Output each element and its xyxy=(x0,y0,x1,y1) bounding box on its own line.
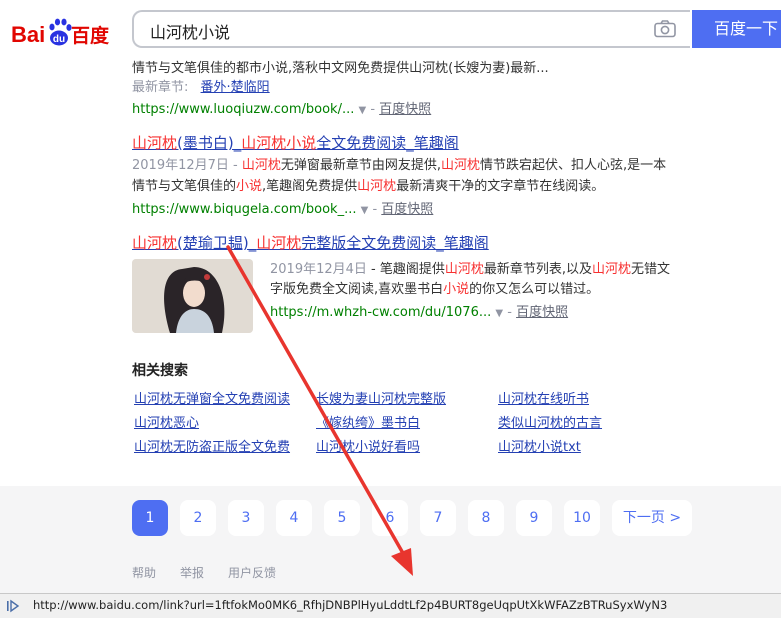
search-header: Bai du 百度 百度一下 xyxy=(0,0,781,62)
result1-title[interactable]: 山河枕(墨书白)_山河枕小说全文免费阅读_笔趣阁 xyxy=(132,132,459,153)
latest-chapter-label: 最新章节: xyxy=(132,80,189,95)
result1-url-line: https://www.biqugela.com/book_... ▼ - 百度… xyxy=(132,202,434,217)
related-search-link[interactable]: 山河枕小说txt xyxy=(498,436,581,455)
title-text: 全文免费阅读_笔趣阁 xyxy=(316,134,459,152)
result1-date: 2019年12月7日 xyxy=(132,158,229,173)
result0-kuaizhao-link[interactable]: 百度快照 xyxy=(379,102,431,117)
next-page-button[interactable]: 下一页 > xyxy=(612,500,692,536)
page-button[interactable]: 8 xyxy=(468,500,504,536)
baidu-logo[interactable]: Bai du 百度 xyxy=(11,13,115,49)
related-search-link[interactable]: 山河枕无弹窗全文免费阅读 xyxy=(134,388,290,407)
result2-url-line: https://m.whzh-cw.com/du/1076... ▼ - 百度快… xyxy=(270,305,569,320)
latest-chapter-link[interactable]: 番外·楚临阳 xyxy=(201,80,270,95)
search-box[interactable] xyxy=(132,10,690,48)
result2-thumbnail[interactable] xyxy=(132,259,253,333)
result2-date: 2019年12月4日 xyxy=(270,262,367,277)
footer-help-link[interactable]: 帮助 xyxy=(132,564,156,581)
dropdown-arrow-icon[interactable]: ▼ xyxy=(495,308,503,319)
result2-kuaizhao-link[interactable]: 百度快照 xyxy=(516,305,568,320)
result2-snippet-line2: 字版免费全文阅读,喜欢墨书白小说的你又怎么可以错过。 xyxy=(270,282,600,297)
related-search-link[interactable]: 山河枕小说好看吗 xyxy=(316,436,420,455)
result2-title[interactable]: 山河枕(楚瑜卫韫)_山河枕完整版全文免费阅读_笔趣阁 xyxy=(132,232,489,253)
result1-snippet-line2: 情节与文笔俱佳的小说,笔趣阁免费提供山河枕最新清爽干净的文字章节在线阅读。 xyxy=(132,179,605,194)
page-button[interactable]: 10 xyxy=(564,500,600,536)
result1-kuaizhao-link[interactable]: 百度快照 xyxy=(381,202,433,217)
status-bar: http://www.baidu.com/link?url=1ftfokMo0M… xyxy=(0,593,781,618)
thumbnail-illustration xyxy=(132,259,253,333)
page-button[interactable]: 6 xyxy=(372,500,408,536)
result0-url[interactable]: https://www.luoqiuzw.com/book/... xyxy=(132,102,354,117)
result0-latest: 最新章节: 番外·楚临阳 xyxy=(132,77,270,98)
page-button[interactable]: 9 xyxy=(516,500,552,536)
title-highlight: 山河枕 xyxy=(132,134,178,152)
title-highlight: 山河枕 xyxy=(256,234,302,252)
dropdown-arrow-icon[interactable]: ▼ xyxy=(359,105,367,116)
dropdown-arrow-icon[interactable]: ▼ xyxy=(361,205,369,216)
title-text: (楚瑜卫韫)_ xyxy=(177,234,257,252)
title-highlight: 山河枕小说 xyxy=(241,134,317,152)
related-search-link[interactable]: 类似山河枕的古言 xyxy=(498,412,602,431)
result2-snippet-line1: 2019年12月4日 - 笔趣阁提供山河枕最新章节列表,以及山河枕无错文 xyxy=(270,262,671,277)
camera-icon[interactable] xyxy=(654,20,676,38)
svg-text:du: du xyxy=(53,34,65,45)
footer-feedback-link[interactable]: 用户反馈 xyxy=(228,564,276,581)
baidu-logo-graphic: Bai du 百度 xyxy=(11,18,110,47)
title-text: (墨书白)_ xyxy=(177,134,242,152)
svg-text:百度: 百度 xyxy=(71,24,110,47)
page-button[interactable]: 4 xyxy=(276,500,312,536)
related-search-link[interactable]: 长嫂为妻山河枕完整版 xyxy=(316,388,446,407)
related-search-link[interactable]: 山河枕在线听书 xyxy=(498,388,589,407)
footer-report-link[interactable]: 举报 xyxy=(180,564,204,581)
related-search-link[interactable]: 山河枕恶心 xyxy=(134,412,199,431)
related-search-link[interactable]: 《嫁纨绔》墨书白 xyxy=(316,412,420,431)
page-button[interactable]: 5 xyxy=(324,500,360,536)
search-input[interactable] xyxy=(148,18,632,44)
related-search-link[interactable]: 山河枕无防盗正版全文免费 xyxy=(134,436,290,455)
search-button[interactable]: 百度一下 xyxy=(692,10,781,48)
result1-snippet-line1: 2019年12月7日 - 山河枕无弹窗最新章节由网友提供,山河枕情节跌宕起伏、扣… xyxy=(132,158,667,173)
play-icon[interactable] xyxy=(6,599,20,613)
title-highlight: 山河枕 xyxy=(132,234,178,252)
result2-url[interactable]: https://m.whzh-cw.com/du/1076... xyxy=(270,305,491,320)
result1-url[interactable]: https://www.biqugela.com/book_... xyxy=(132,202,356,217)
page-button[interactable]: 2 xyxy=(180,500,216,536)
svg-text:Bai: Bai xyxy=(11,22,45,47)
paw-icon: du xyxy=(49,18,72,46)
result0-url-line: https://www.luoqiuzw.com/book/... ▼ - 百度… xyxy=(132,102,432,117)
page-button-current[interactable]: 1 xyxy=(132,500,168,536)
related-searches-heading: 相关搜索 xyxy=(132,363,188,379)
page-button[interactable]: 7 xyxy=(420,500,456,536)
title-text: 完整版全文免费阅读_笔趣阁 xyxy=(301,234,489,252)
result0-snippet: 情节与文笔俱佳的都市小说,落秋中文网免费提供山河枕(长嫂为妻)最新... xyxy=(132,61,549,76)
page-button[interactable]: 3 xyxy=(228,500,264,536)
status-url: http://www.baidu.com/link?url=1ftfokMo0M… xyxy=(33,598,668,612)
